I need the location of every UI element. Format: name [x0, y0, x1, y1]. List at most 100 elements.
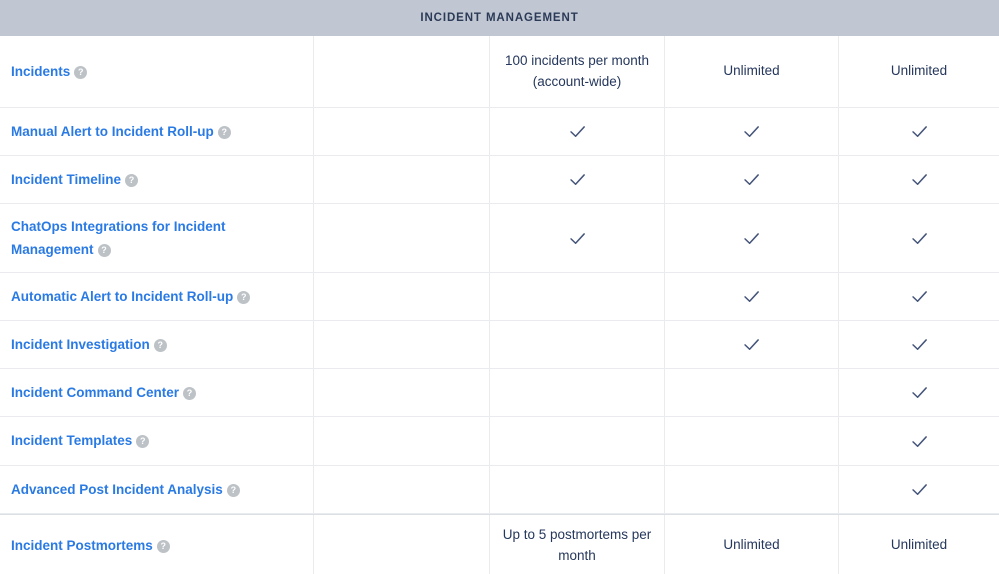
cell-plan4: Unlimited — [838, 36, 999, 107]
help-icon[interactable]: ? — [74, 65, 88, 79]
checkmark-icon — [911, 174, 927, 186]
cell-plan2 — [489, 466, 664, 513]
cell-plan4 — [838, 369, 999, 416]
section-header-title: INCIDENT MANAGEMENT — [420, 12, 579, 24]
feature-name-cell: Automatic Alert to Incident Roll-up? — [0, 273, 313, 320]
help-icon[interactable]: ? — [125, 173, 139, 187]
table-row: Automatic Alert to Incident Roll-up? — [0, 273, 999, 321]
cell-value-text: Unlimited — [890, 63, 948, 79]
cell-plan1 — [313, 36, 489, 107]
checkmark-icon — [744, 291, 759, 303]
cell-plan2 — [489, 417, 664, 465]
checkmark-icon — [744, 339, 759, 351]
feature-label-wrap: Manual Alert to Incident Roll-up? — [11, 120, 231, 143]
cell-plan2 — [489, 108, 664, 155]
checkmark-icon — [569, 126, 585, 138]
feature-name-cell: Advanced Post Incident Analysis? — [0, 466, 313, 513]
help-icon[interactable]: ? — [97, 244, 111, 257]
feature-name-cell: Incident Investigation? — [0, 321, 313, 368]
checkmark-icon — [911, 126, 927, 138]
feature-name-cell: ChatOps Integrations for Incident Manage… — [0, 204, 313, 272]
feature-label-wrap: Incident Templates? — [11, 429, 150, 452]
cell-plan4 — [838, 466, 999, 513]
cell-plan3: Unlimited — [664, 36, 838, 107]
table-row: Incident Timeline? — [0, 156, 999, 204]
feature-label-wrap: ChatOps Integrations for Incident Manage… — [11, 215, 299, 261]
feature-link[interactable]: Incident Timeline — [11, 172, 121, 187]
table-row: Incident Command Center? — [0, 369, 999, 417]
cell-plan4: Unlimited — [838, 515, 999, 574]
feature-link[interactable]: Advanced Post Incident Analysis — [11, 482, 223, 497]
table-row: Incident Postmortems? Up to 5 postmortems… — [0, 514, 999, 574]
cell-plan4 — [838, 417, 999, 465]
help-icon[interactable]: ? — [237, 290, 251, 304]
cell-plan1 — [313, 156, 489, 203]
help-icon[interactable]: ? — [226, 483, 240, 497]
cell-plan1 — [313, 108, 489, 155]
cell-plan1 — [313, 273, 489, 320]
feature-label-wrap: Incident Investigation? — [11, 333, 167, 356]
checkmark-icon — [569, 232, 585, 244]
help-icon[interactable]: ? — [156, 540, 170, 554]
cell-value-text: Unlimited — [890, 537, 948, 553]
feature-link[interactable]: Automatic Alert to Incident Roll-up — [11, 289, 233, 304]
table-row: Incidents? 100 incidents per month (accou… — [0, 36, 999, 108]
feature-label-wrap: Incidents? — [11, 60, 88, 83]
checkmark-icon — [744, 126, 759, 138]
cell-plan1 — [313, 515, 489, 574]
feature-label-wrap: Advanced Post Incident Analysis? — [11, 478, 240, 501]
feature-label-wrap: Incident Command Center? — [11, 381, 197, 404]
feature-name-cell: Manual Alert to Incident Roll-up? — [0, 108, 313, 155]
cell-plan1 — [313, 369, 489, 416]
cell-plan3 — [664, 273, 838, 320]
cell-plan4 — [838, 273, 999, 320]
cell-plan2 — [489, 204, 664, 272]
cell-plan1 — [313, 321, 489, 368]
cell-plan4 — [838, 204, 999, 272]
cell-plan2 — [489, 369, 664, 416]
checkmark-icon — [911, 291, 927, 303]
cell-plan2 — [489, 321, 664, 368]
feature-link[interactable]: Incident Postmortems — [11, 538, 153, 553]
cell-plan3 — [664, 321, 838, 368]
feature-link[interactable]: Incident Command Center — [11, 385, 179, 400]
feature-name-cell: Incident Templates? — [0, 417, 313, 465]
cell-plan1 — [313, 204, 489, 272]
cell-plan3: Unlimited — [664, 515, 838, 574]
cell-plan2: Up to 5 postmortems per month — [489, 515, 664, 574]
feature-name-cell: Incident Command Center? — [0, 369, 313, 416]
feature-label-wrap: Incident Timeline? — [11, 168, 139, 191]
help-icon[interactable]: ? — [183, 386, 197, 400]
table-row: Incident Investigation? — [0, 321, 999, 369]
table-row: Manual Alert to Incident Roll-up? — [0, 108, 999, 156]
feature-link[interactable]: Incident Templates — [11, 433, 132, 448]
feature-link[interactable]: Incidents — [11, 64, 70, 79]
feature-link[interactable]: Manual Alert to Incident Roll-up — [11, 124, 214, 139]
table-body: Incidents? 100 incidents per month (accou… — [0, 36, 999, 574]
table-row: ChatOps Integrations for Incident Manage… — [0, 204, 999, 273]
feature-name-cell: Incident Timeline? — [0, 156, 313, 203]
cell-plan2 — [489, 156, 664, 203]
feature-name-cell: Incidents? — [0, 36, 313, 107]
feature-name-cell: Incident Postmortems? — [0, 515, 313, 574]
checkmark-icon — [744, 174, 759, 186]
section-header-incident-management: INCIDENT MANAGEMENT — [0, 0, 999, 36]
checkmark-icon — [744, 232, 759, 244]
help-icon[interactable]: ? — [217, 125, 231, 139]
cell-plan1 — [313, 466, 489, 513]
help-icon[interactable]: ? — [136, 435, 150, 449]
cell-plan3 — [664, 417, 838, 465]
cell-plan3 — [664, 466, 838, 513]
checkmark-icon — [911, 232, 927, 244]
checkmark-icon — [911, 339, 927, 351]
cell-plan3 — [664, 369, 838, 416]
checkmark-icon — [911, 484, 927, 496]
help-icon[interactable]: ? — [153, 338, 167, 352]
feature-link[interactable]: ChatOps Integrations for Incident Manage… — [11, 219, 226, 257]
feature-link[interactable]: Incident Investigation — [11, 337, 150, 352]
table-row: Incident Templates? — [0, 417, 999, 466]
feature-label-wrap: Automatic Alert to Incident Roll-up? — [11, 285, 251, 308]
cell-plan4 — [838, 108, 999, 155]
cell-value-text: Unlimited — [723, 537, 780, 553]
checkmark-icon — [911, 387, 927, 399]
